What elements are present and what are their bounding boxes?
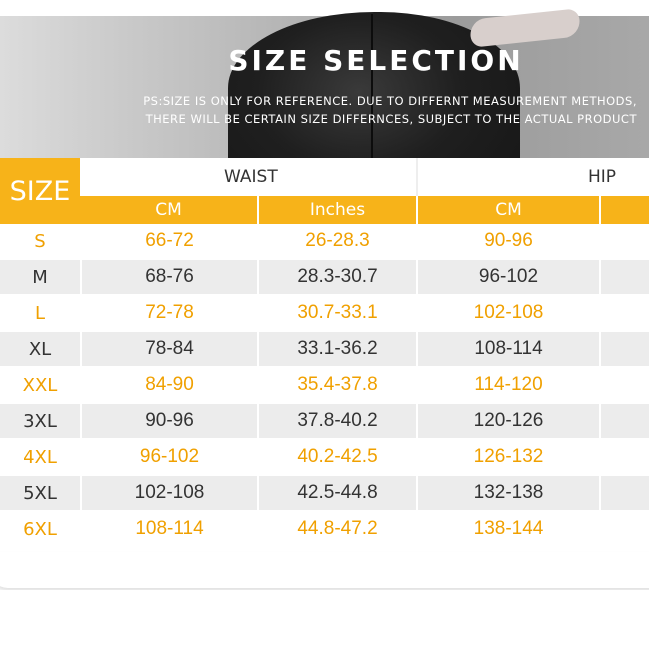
cell-size: L [0, 296, 80, 330]
product-seam [371, 14, 373, 158]
cell-hip-cm: 102-108 [418, 296, 599, 330]
table-row: 4XL 96-102 40.2-42.5 126-132 [0, 440, 649, 474]
cell-waist-cm: 102-108 [82, 476, 257, 510]
banner-title: SIZE SELECTION [228, 44, 524, 77]
cell-hip-cm: 126-132 [418, 440, 599, 474]
cell-hip-extra [601, 440, 649, 474]
cell-size: XL [0, 332, 80, 366]
cell-waist-in: 40.2-42.5 [259, 440, 416, 474]
cell-hip-cm: 96-102 [418, 260, 599, 294]
cell-waist-cm: 78-84 [82, 332, 257, 366]
table-row: 5XL 102-108 42.5-44.8 132-138 [0, 476, 649, 510]
cell-waist-cm: 90-96 [82, 404, 257, 438]
cell-hip-extra [601, 296, 649, 330]
bottom-space [0, 590, 649, 649]
cell-waist-cm: 96-102 [82, 440, 257, 474]
cell-waist-in: 28.3-30.7 [259, 260, 416, 294]
unit-header-waist-inches: Inches [259, 196, 416, 224]
table-row: XL 78-84 33.1-36.2 108-114 [0, 332, 649, 366]
cell-hip-extra [601, 260, 649, 294]
banner-note-line1: PS:SIZE IS ONLY FOR REFERENCE. DUE TO DI… [143, 94, 637, 108]
table-row: L 72-78 30.7-33.1 102-108 [0, 296, 649, 330]
cell-waist-in: 30.7-33.1 [259, 296, 416, 330]
table-footer [0, 552, 649, 588]
cell-hip-extra [601, 368, 649, 402]
cell-size: 6XL [0, 512, 80, 546]
unit-header-hip-cm: CM [418, 196, 599, 224]
header-divider [416, 158, 418, 196]
cell-waist-in: 42.5-44.8 [259, 476, 416, 510]
unit-header-waist-cm: CM [80, 196, 257, 224]
cell-size: 5XL [0, 476, 80, 510]
cell-waist-cm: 72-78 [82, 296, 257, 330]
cell-size: XXL [0, 368, 80, 402]
size-header: SIZE [0, 158, 80, 224]
cell-hip-cm: 108-114 [418, 332, 599, 366]
cell-hip-cm: 114-120 [418, 368, 599, 402]
cell-hip-extra [601, 476, 649, 510]
unit-header-hip-extra [601, 196, 649, 224]
cell-hip-cm: 90-96 [418, 224, 599, 258]
table-row: M 68-76 28.3-30.7 96-102 [0, 260, 649, 294]
cell-size: S [0, 224, 80, 258]
cell-waist-cm: 108-114 [82, 512, 257, 546]
cell-hip-extra [601, 512, 649, 546]
cell-hip-extra [601, 404, 649, 438]
table-row: 3XL 90-96 37.8-40.2 120-126 [0, 404, 649, 438]
cell-hip-cm: 138-144 [418, 512, 599, 546]
table-row: XXL 84-90 35.4-37.8 114-120 [0, 368, 649, 402]
cell-size: 3XL [0, 404, 80, 438]
cell-hip-extra [601, 224, 649, 258]
banner-note-line2: THERE WILL BE CERTAIN SIZE DIFFERNCES, S… [145, 112, 637, 126]
cell-waist-in: 35.4-37.8 [259, 368, 416, 402]
cell-size: M [0, 260, 80, 294]
cell-waist-cm: 66-72 [82, 224, 257, 258]
banner: SIZE SELECTION PS:SIZE IS ONLY FOR REFER… [0, 0, 649, 158]
table-row: S 66-72 26-28.3 90-96 [0, 224, 649, 258]
cell-hip-extra [601, 332, 649, 366]
cell-waist-cm: 84-90 [82, 368, 257, 402]
cell-hip-cm: 132-138 [418, 476, 599, 510]
cell-waist-in: 37.8-40.2 [259, 404, 416, 438]
cell-size: 4XL [0, 440, 80, 474]
cell-waist-in: 26-28.3 [259, 224, 416, 258]
cell-waist-in: 44.8-47.2 [259, 512, 416, 546]
cell-waist-cm: 68-76 [82, 260, 257, 294]
cell-waist-in: 33.1-36.2 [259, 332, 416, 366]
hip-header: HIP [418, 158, 649, 196]
waist-header: WAIST [82, 158, 416, 196]
cell-hip-cm: 120-126 [418, 404, 599, 438]
table-row: 6XL 108-114 44.8-47.2 138-144 [0, 512, 649, 546]
